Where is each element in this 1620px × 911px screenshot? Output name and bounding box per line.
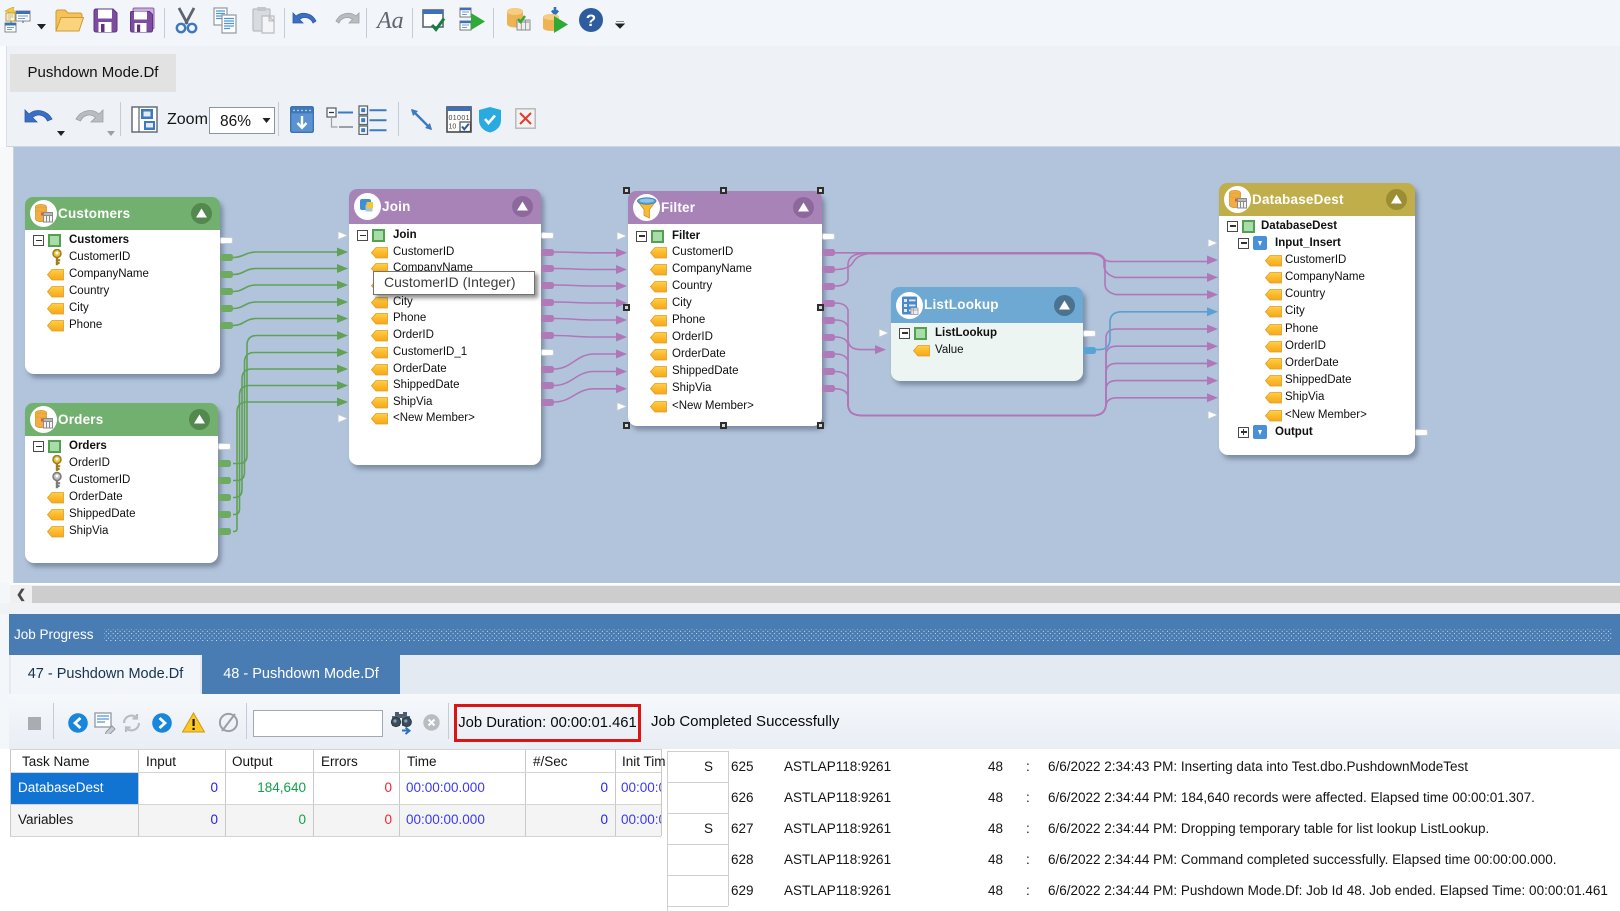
svg-text:?: ? [586,11,596,30]
svg-text:10: 10 [449,124,457,131]
svg-text:01001: 01001 [449,115,470,122]
